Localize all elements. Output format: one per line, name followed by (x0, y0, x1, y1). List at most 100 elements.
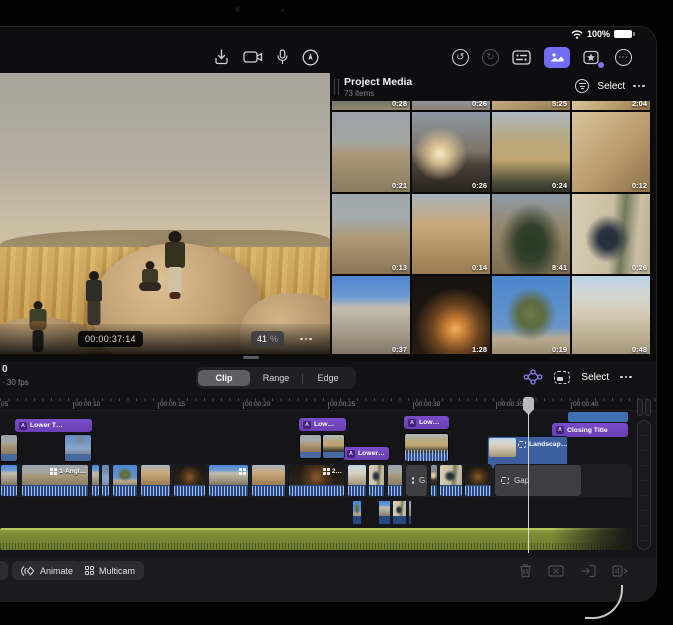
connected-clip-below[interactable] (408, 500, 412, 525)
timeline-body[interactable]: 0500:00:1000:00:1500:00:2000:00:2500:00:… (0, 395, 656, 557)
media-item[interactable]: 0:19 (492, 276, 570, 356)
connected-clip-below[interactable] (392, 500, 407, 525)
gap-clip[interactable]: Gap (494, 464, 582, 497)
multicam-clip-icon (323, 468, 330, 475)
multicam-clip-icon (239, 468, 246, 475)
video-clip[interactable] (464, 464, 492, 497)
video-clip[interactable]: 1-Angl… (21, 464, 89, 497)
pencil-draw-icon[interactable] (302, 49, 319, 66)
playhead[interactable] (523, 397, 534, 555)
viewer-more-icon[interactable] (300, 338, 312, 341)
ipad-device: 100% ↺ ↻ (0, 0, 673, 625)
video-clip[interactable] (91, 464, 100, 497)
video-clip[interactable] (251, 464, 286, 497)
media-item[interactable]: 0:26 (412, 112, 490, 192)
connected-clip[interactable] (64, 434, 92, 462)
more-icon[interactable]: ⋯ (615, 49, 632, 66)
video-clip[interactable] (0, 464, 18, 497)
title-clip[interactable]: ALow… (299, 418, 346, 431)
media-item-duration: 0:12 (632, 181, 647, 190)
title-clip[interactable]: ALower… (343, 447, 389, 460)
media-browser-button[interactable] (544, 47, 570, 68)
viewer[interactable]: 00:00:37:14 41% (0, 73, 330, 354)
video-clip[interactable] (112, 464, 138, 497)
media-item[interactable]: 0:21 (332, 112, 410, 192)
video-clip[interactable] (208, 464, 249, 497)
person-standing (162, 231, 188, 299)
ruler-timecode-label: 00:00:10 (75, 401, 100, 408)
connected-clip[interactable] (299, 434, 322, 459)
video-clip[interactable]: 2… (288, 464, 345, 497)
title-clip[interactable]: ALower T… (15, 419, 92, 432)
multicam-button[interactable]: Multicam (76, 561, 144, 580)
media-item[interactable]: 0:26 (412, 101, 490, 110)
panel-grip-icon[interactable] (334, 79, 339, 95)
inspector-icon[interactable] (512, 50, 531, 65)
battery-percent: 100% (587, 29, 610, 39)
media-item[interactable]: 0:26 (572, 194, 650, 274)
timeline-select-button[interactable]: Select (581, 372, 609, 383)
media-item[interactable]: 0:12 (572, 112, 650, 192)
media-more-icon[interactable] (633, 85, 645, 88)
edit-mode-segmented-control: Clip Range Edge (196, 367, 356, 389)
clip-connections-icon[interactable] (523, 369, 543, 385)
animate-button[interactable]: Animate (12, 561, 82, 580)
connected-clip[interactable] (322, 434, 345, 459)
media-item[interactable]: 0:28 (332, 101, 410, 110)
media-panel-header: Project Media 73 items Select (332, 73, 653, 101)
clipped-left-button[interactable] (0, 561, 8, 580)
media-item-duration: 5:25 (552, 101, 567, 108)
video-clip[interactable] (347, 464, 367, 497)
video-clip[interactable] (101, 464, 110, 497)
media-item[interactable]: 0:24 (492, 112, 570, 192)
effects-icon[interactable] (583, 49, 602, 66)
record-audio-icon[interactable] (277, 49, 288, 65)
gray-clip[interactable]: G… (405, 464, 428, 497)
media-item[interactable]: 0:14 (412, 194, 490, 274)
connected-clip-below[interactable] (378, 500, 391, 525)
title-badge-icon: A (19, 422, 27, 430)
video-clip[interactable] (140, 464, 171, 497)
media-select-button[interactable]: Select (597, 81, 625, 92)
media-item[interactable]: 0:37 (332, 276, 410, 356)
timecode-display[interactable]: 00:00:37:14 (78, 331, 143, 347)
mode-edge[interactable]: Edge (302, 370, 354, 386)
wifi-icon (571, 30, 583, 39)
media-item[interactable]: 0:13 (332, 194, 410, 274)
connected-clip[interactable] (404, 433, 449, 462)
viewer-bottom-bar: 00:00:37:14 41% (0, 324, 330, 354)
timeline-vertical-scrollbar[interactable] (637, 399, 651, 551)
mode-range[interactable]: Range (250, 370, 302, 386)
divider-drag-handle[interactable] (243, 356, 259, 359)
connected-clip[interactable] (0, 434, 18, 462)
timeline-more-icon[interactable] (620, 376, 632, 379)
video-clip[interactable] (430, 464, 438, 497)
video-clip[interactable] (173, 464, 206, 497)
media-item[interactable]: 8:41 (492, 194, 570, 274)
media-item[interactable]: 1:28 (412, 276, 490, 356)
title-clip[interactable]: AClosing Title (552, 423, 628, 437)
import-icon[interactable] (214, 49, 229, 65)
title-badge-icon: A (556, 426, 564, 434)
ruler-timecode-label: 00:00:20 (245, 401, 270, 408)
ruler-timecode-label: 00:00:40 (573, 401, 598, 408)
media-panel-title: Project Media (344, 76, 412, 88)
viewer-overlay-icon[interactable] (554, 371, 570, 384)
media-item[interactable]: 2:04 (572, 101, 650, 110)
title-clip[interactable]: ALow… (404, 416, 449, 429)
media-item-duration: 0:26 (472, 181, 487, 190)
playhead-line (528, 413, 529, 553)
mode-clip[interactable]: Clip (198, 370, 250, 386)
media-item[interactable]: 5:25 (492, 101, 570, 110)
zoom-level-button[interactable]: 41% (251, 331, 284, 347)
video-clip[interactable] (387, 464, 403, 497)
record-video-icon[interactable] (243, 50, 263, 64)
connected-clip-bar[interactable] (568, 412, 628, 422)
undo-icon[interactable]: ↺ (452, 49, 469, 66)
video-clip[interactable] (439, 464, 463, 497)
connected-clip-below[interactable] (352, 500, 362, 525)
video-clip[interactable] (368, 464, 385, 497)
multicam-icon (85, 566, 94, 575)
media-item[interactable]: 0:48 (572, 276, 650, 356)
filter-icon[interactable] (575, 79, 589, 93)
